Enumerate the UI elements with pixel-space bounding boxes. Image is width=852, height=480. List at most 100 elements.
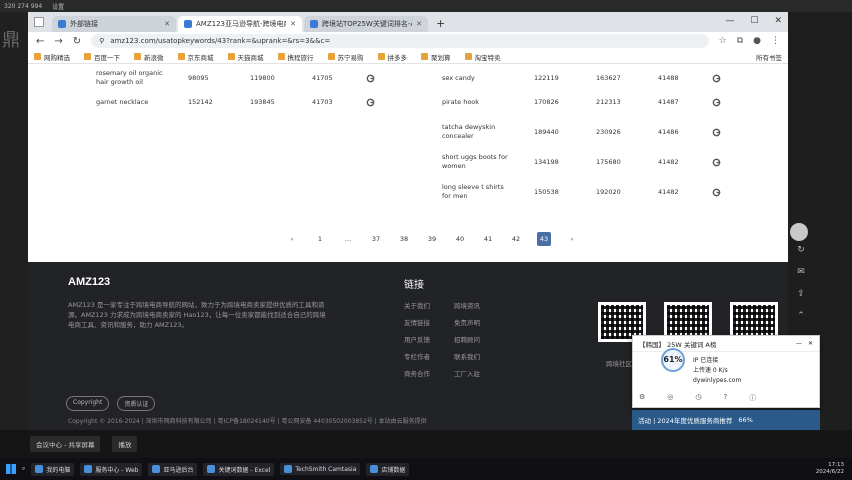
meeting-item[interactable]: 会议中心 - 共享屏幕 — [30, 436, 101, 452]
bookmark-item[interactable]: 淘宝特卖 — [464, 52, 501, 62]
keyword-link[interactable]: short uggs boots for women — [442, 153, 510, 171]
tab-1[interactable]: 外部链接 ✕ — [52, 16, 176, 32]
reload-icon[interactable]: ↻ — [73, 36, 81, 47]
google-icon[interactable] — [366, 98, 375, 107]
keyword-link[interactable]: sex candy — [442, 74, 510, 83]
bookmark-item[interactable]: 苏宁易购 — [327, 52, 364, 62]
star-icon[interactable]: ☆ — [719, 36, 727, 46]
page-button[interactable]: 38 — [390, 232, 418, 246]
system-clock[interactable]: 17:13 2024/6/22 — [816, 462, 852, 476]
footer-link[interactable]: 专栏作者 — [404, 351, 454, 361]
current-page-button[interactable]: 43 — [537, 232, 551, 246]
footer-link[interactable]: 商务合作 — [404, 368, 454, 378]
forward-icon[interactable]: → — [54, 36, 62, 47]
all-bookmarks[interactable]: 所有书签 — [756, 52, 782, 62]
footer-link[interactable]: 友情链接 — [404, 317, 454, 327]
help-icon[interactable]: ? — [724, 393, 728, 403]
bookmark-icon — [327, 53, 335, 60]
footer-link[interactable]: 工厂入驻 — [454, 368, 504, 378]
google-icon[interactable] — [366, 74, 375, 83]
bookmark-item[interactable]: 聚划算 — [421, 52, 451, 62]
popup-line: 上传速 0 K/s — [693, 367, 728, 374]
maximize-icon[interactable]: ☐ — [750, 16, 758, 26]
taskbar-app[interactable]: 服务中心 - Web — [80, 462, 143, 476]
footer-link[interactable]: 联系我们 — [454, 351, 504, 361]
speed-icon[interactable]: ◷ — [695, 393, 701, 403]
url-field[interactable]: ⚲ amz123.com/usatopkeywords/43?rank=&upr… — [91, 34, 709, 48]
top-strip-mid-text: 设置 — [52, 3, 65, 11]
google-icon[interactable] — [712, 74, 721, 83]
popup-title: 【韩国】 25W 关键词 A榜 — [639, 340, 717, 349]
chat-icon[interactable]: ✉ — [796, 267, 806, 277]
copyright-badge[interactable]: Copyright — [66, 396, 110, 411]
footer-link[interactable]: 用户反馈 — [404, 334, 454, 344]
tab-close-icon[interactable]: ✕ — [164, 20, 170, 28]
taskbar-app[interactable]: TechSmith Camtasia — [280, 463, 361, 475]
keyword-link[interactable]: long sleeve t shirts for men — [442, 183, 510, 201]
keyword-link[interactable]: rosemary oil organic hair growth oil — [96, 69, 164, 87]
keyword-link[interactable]: garnet necklace — [96, 98, 164, 107]
menu-icon[interactable]: ⋮ — [771, 36, 780, 46]
google-icon[interactable] — [712, 188, 721, 197]
share-icon[interactable]: ⇪ — [796, 289, 806, 299]
bookmark-item[interactable]: 拼多多 — [377, 52, 407, 62]
site-info-icon[interactable]: ⚲ — [99, 37, 104, 45]
footer-link[interactable]: 招聘顾问 — [454, 334, 504, 344]
page-button[interactable]: 1 — [306, 232, 334, 246]
taskbar-app[interactable]: 店铺数据 — [366, 462, 410, 476]
bookmark-item[interactable]: 天猫商城 — [227, 52, 264, 62]
start-icon[interactable] — [6, 464, 16, 474]
bookmark-item[interactable]: 百度一下 — [84, 52, 120, 62]
bookmark-item[interactable]: 网购精选 — [34, 52, 70, 62]
settings-icon[interactable]: ⚙ — [639, 393, 645, 403]
page-button[interactable]: 40 — [446, 232, 474, 246]
bookmark-item[interactable]: 携程旅行 — [277, 52, 314, 62]
keyword-link[interactable]: tatcha dewyskin concealer — [442, 123, 510, 141]
prev-rank-value: 175680 — [596, 158, 621, 166]
back-icon[interactable]: ← — [36, 36, 44, 47]
google-icon[interactable] — [712, 98, 721, 107]
page-button[interactable]: 42 — [502, 232, 530, 246]
left-logo-icon: 鼎 — [2, 30, 20, 51]
next-page-button[interactable]: › — [558, 232, 586, 246]
popup-close-icon[interactable]: ✕ — [808, 340, 813, 347]
promo-banner[interactable]: 活动 | 2024年度优质服务商推荐 66% — [632, 410, 820, 430]
footer-link[interactable]: 免责声明 — [454, 317, 504, 327]
refresh-icon[interactable]: ↻ — [796, 245, 806, 255]
footer-links-title: 链接 — [404, 280, 424, 291]
minimize-icon[interactable]: — — [725, 16, 734, 26]
tab-3[interactable]: 跨境站TOP25W关键词排名-A ✕ — [304, 16, 428, 32]
taskbar-app[interactable]: 关键词数据 - Excel — [203, 462, 275, 476]
top-icon[interactable]: ⌃ — [796, 311, 806, 321]
popup-link[interactable]: dywinlypes.com — [693, 376, 813, 386]
close-icon[interactable]: ✕ — [774, 16, 782, 26]
keyword-link[interactable]: pirate hook — [442, 98, 510, 107]
page-button[interactable]: 41 — [474, 232, 502, 246]
popup-minimize-icon[interactable]: — — [796, 340, 802, 347]
footer-link[interactable]: 跨境资讯 — [454, 300, 504, 310]
taskbar-app[interactable]: 亚马逊后台 — [148, 462, 198, 476]
globe-icon[interactable]: ◎ — [667, 393, 673, 403]
app-icon — [207, 465, 216, 473]
meeting-item[interactable]: 播放 — [112, 436, 138, 452]
profile-icon[interactable]: ● — [753, 36, 761, 46]
new-tab-button[interactable]: + — [430, 17, 451, 32]
cert-badge[interactable]: 资质认证 — [117, 396, 156, 411]
prev-page-button[interactable]: ‹ — [278, 232, 306, 246]
tab-close-icon[interactable]: ✕ — [290, 20, 296, 28]
info-icon[interactable]: ⓘ — [749, 393, 756, 403]
tab-close-icon[interactable]: ✕ — [416, 20, 422, 28]
taskbar-app[interactable]: 我的电脑 — [31, 462, 75, 476]
page-button[interactable]: 39 — [418, 232, 446, 246]
bookmark-item[interactable]: 京东商城 — [177, 52, 214, 62]
page-button[interactable]: 37 — [362, 232, 390, 246]
footer-link[interactable]: 关于我们 — [404, 300, 454, 310]
extensions-icon[interactable]: ⧉ — [737, 36, 743, 46]
search-icon[interactable]: ⌕ — [22, 465, 25, 473]
tab-2[interactable]: AMZ123亚马逊导航-跨境电商 ✕ — [178, 16, 302, 32]
tab-actions-icon[interactable] — [34, 17, 44, 27]
top-strip-left-text: 320 274 994 — [4, 2, 43, 10]
google-icon[interactable] — [712, 158, 721, 167]
bookmark-item[interactable]: 新浪微 — [134, 52, 164, 62]
google-icon[interactable] — [712, 128, 721, 137]
